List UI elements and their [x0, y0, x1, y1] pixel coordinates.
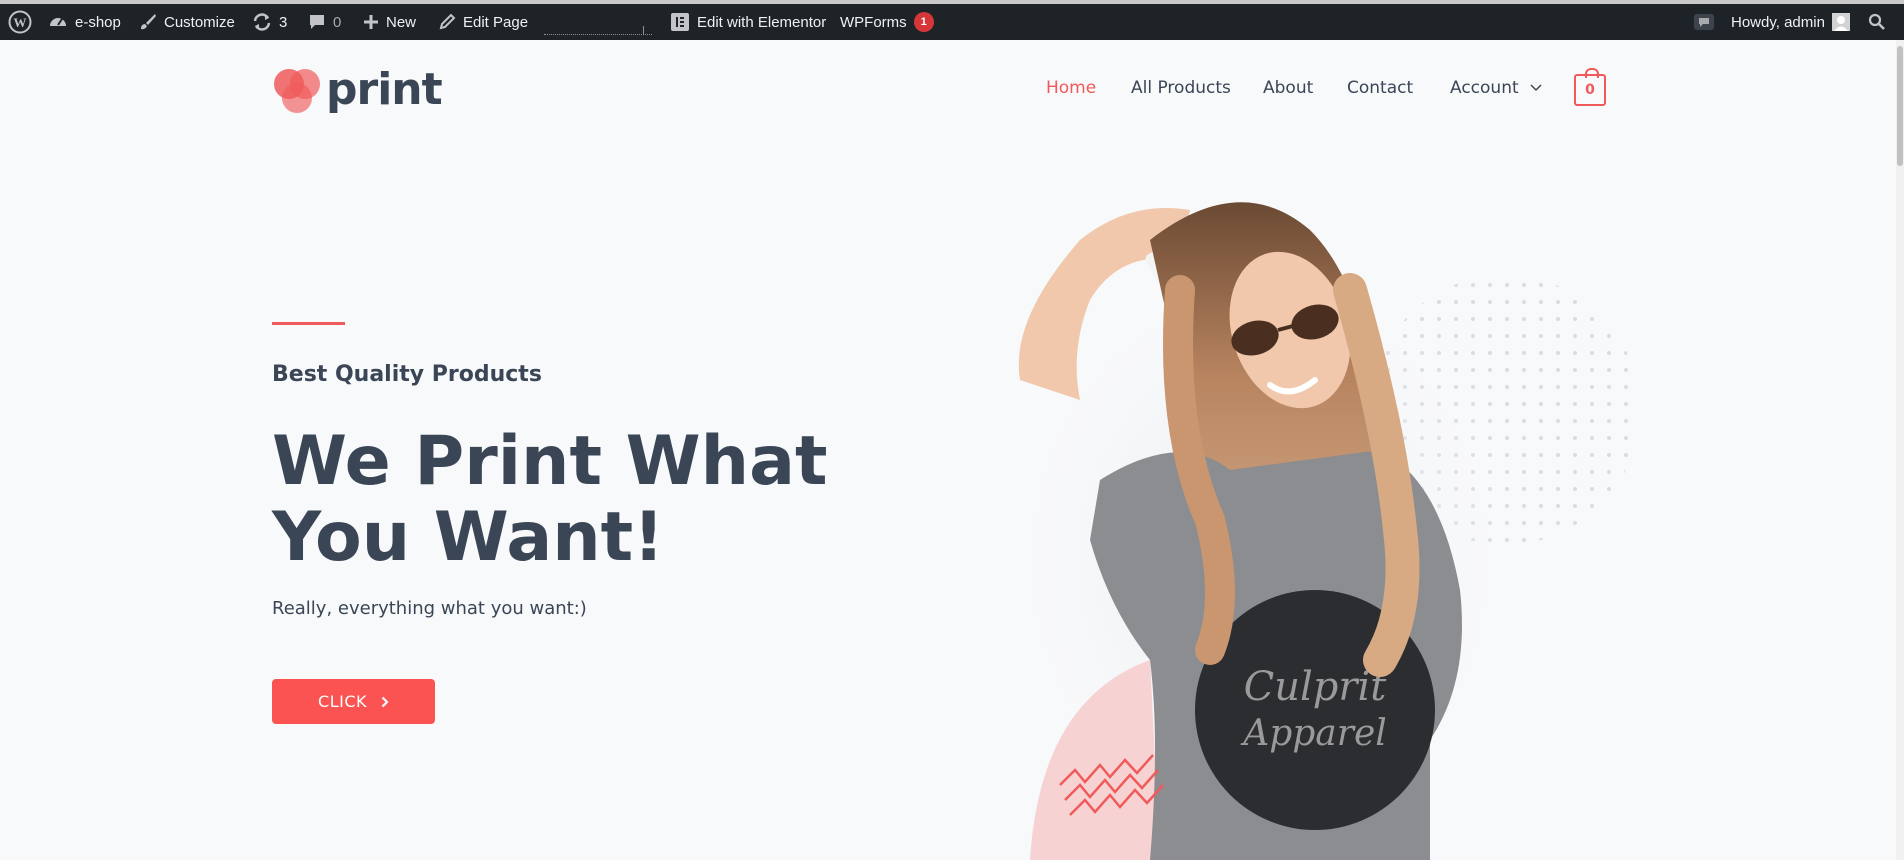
customize-label: Customize	[164, 13, 235, 31]
wordpress-logo-icon[interactable]: W	[8, 4, 32, 40]
wpforms-menu[interactable]: WPForms 1	[840, 4, 934, 40]
cart-button[interactable]: 0	[1574, 68, 1606, 106]
notifications-menu[interactable]	[1693, 4, 1715, 40]
scrollbar-thumb[interactable]	[1897, 46, 1903, 166]
svg-text:Apparel: Apparel	[1240, 713, 1387, 754]
admin-bar-divider	[544, 33, 652, 35]
hero-title: We Print What You Want!	[272, 422, 828, 577]
new-label: New	[386, 13, 417, 31]
wpforms-label: WPForms	[840, 13, 907, 31]
nav-all-products[interactable]: All Products	[1131, 78, 1231, 98]
pencil-icon	[439, 13, 456, 30]
paintbrush-icon	[141, 14, 156, 30]
site-logo[interactable]: print	[272, 64, 452, 120]
cart-count: 0	[1585, 82, 1595, 98]
site-header: print Home All Products About Contact Ac…	[0, 40, 1904, 140]
hero-accent-line	[272, 322, 345, 325]
comments-count: 0	[333, 13, 342, 31]
nav-contact[interactable]: Contact	[1347, 78, 1413, 98]
notification-bubble-icon	[1694, 14, 1714, 30]
plus-icon	[364, 15, 378, 29]
hero-cta-label: CLICK	[318, 692, 367, 711]
chevron-down-icon	[1530, 84, 1542, 92]
new-content-menu[interactable]: New	[363, 4, 416, 40]
dashboard-gauge-icon	[50, 18, 66, 26]
edit-page-label: Edit Page	[463, 13, 529, 31]
chevron-right-icon	[381, 696, 389, 707]
wp-admin-bar: W e-shop Customize 3 0 New Edit Page Edi…	[0, 4, 1904, 40]
avatar	[1831, 13, 1850, 31]
site-name-label: e-shop	[75, 13, 121, 31]
hero-model-image: Culprit Apparel	[1000, 202, 1640, 860]
logo-circles-icon	[274, 69, 320, 113]
nav-about[interactable]: About	[1263, 78, 1313, 98]
my-account-menu[interactable]: Howdy, admin	[1731, 4, 1850, 40]
elementor-icon	[671, 13, 689, 31]
updates-count: 3	[279, 13, 288, 31]
svg-text:Culprit: Culprit	[1244, 664, 1388, 710]
nav-account[interactable]: Account	[1450, 78, 1542, 98]
customize-menu[interactable]: Customize	[139, 4, 235, 40]
howdy-label: Howdy, admin	[1731, 13, 1825, 31]
updates-refresh-icon	[253, 13, 271, 31]
nav-home[interactable]: Home	[1046, 78, 1096, 98]
page-scrollbar[interactable]	[1896, 40, 1904, 860]
admin-bar-tick	[643, 26, 644, 34]
nav-account-label: Account	[1450, 78, 1519, 98]
edit-page-link[interactable]: Edit Page	[438, 4, 528, 40]
svg-text:W: W	[14, 15, 27, 30]
edit-with-elementor-link[interactable]: Edit with Elementor	[670, 4, 826, 40]
logo-text: print	[326, 64, 443, 115]
site-name-menu[interactable]: e-shop	[48, 4, 121, 40]
hero-description: Really, everything what you want:)	[272, 598, 587, 619]
wpforms-notification-badge: 1	[913, 12, 934, 32]
comment-bubble-icon	[310, 15, 324, 29]
admin-search-icon[interactable]	[1868, 4, 1886, 40]
hero-cta-button[interactable]: CLICK	[272, 679, 435, 724]
elementor-label: Edit with Elementor	[697, 13, 827, 31]
comments-menu[interactable]: 0	[308, 4, 341, 40]
updates-menu[interactable]: 3	[252, 4, 287, 40]
hero-subtitle: Best Quality Products	[272, 362, 542, 387]
